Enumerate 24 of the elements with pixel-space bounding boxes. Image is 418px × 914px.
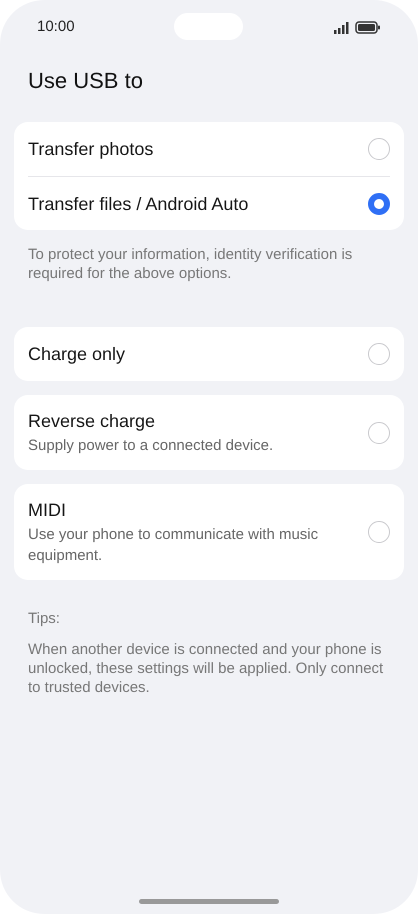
radio-button[interactable] xyxy=(368,192,390,214)
option-title: Transfer photos xyxy=(28,138,154,161)
option-description: Supply power to a connected device. xyxy=(28,436,274,456)
signal-icon xyxy=(334,22,350,34)
tips-heading: Tips: xyxy=(27,609,61,629)
radio-button[interactable] xyxy=(368,343,390,365)
radio-button[interactable] xyxy=(368,521,390,543)
status-time: 10:00 xyxy=(37,17,75,38)
option-row[interactable]: Reverse charge Supply power to a connected device. xyxy=(28,395,390,470)
tips-text: When another device is connected and your phone is unlocked, these settings will be applied. Only connect to trusted devices. xyxy=(27,640,384,696)
option-title: MIDI xyxy=(28,499,67,522)
option-row[interactable]: Transfer photos xyxy=(28,122,390,176)
note-text: To protect your information, identity verification is required for the above options. xyxy=(27,245,354,283)
option-row[interactable]: Transfer files / Android Auto xyxy=(28,176,390,230)
radio-button[interactable] xyxy=(368,422,390,444)
battery-icon xyxy=(355,21,381,34)
option-row[interactable]: MIDI Use your phone to communicate with music equipment. xyxy=(28,484,390,580)
radio-button[interactable] xyxy=(368,138,390,160)
option-row[interactable]: Charge only xyxy=(28,327,390,381)
option-title: Reverse charge xyxy=(28,410,156,433)
option-title: Transfer files / Android Auto xyxy=(28,192,248,216)
page-title: Use USB to xyxy=(27,67,144,95)
option-title: Charge only xyxy=(28,343,126,366)
option-description: Use your phone to communicate with music equipment. xyxy=(28,525,320,566)
